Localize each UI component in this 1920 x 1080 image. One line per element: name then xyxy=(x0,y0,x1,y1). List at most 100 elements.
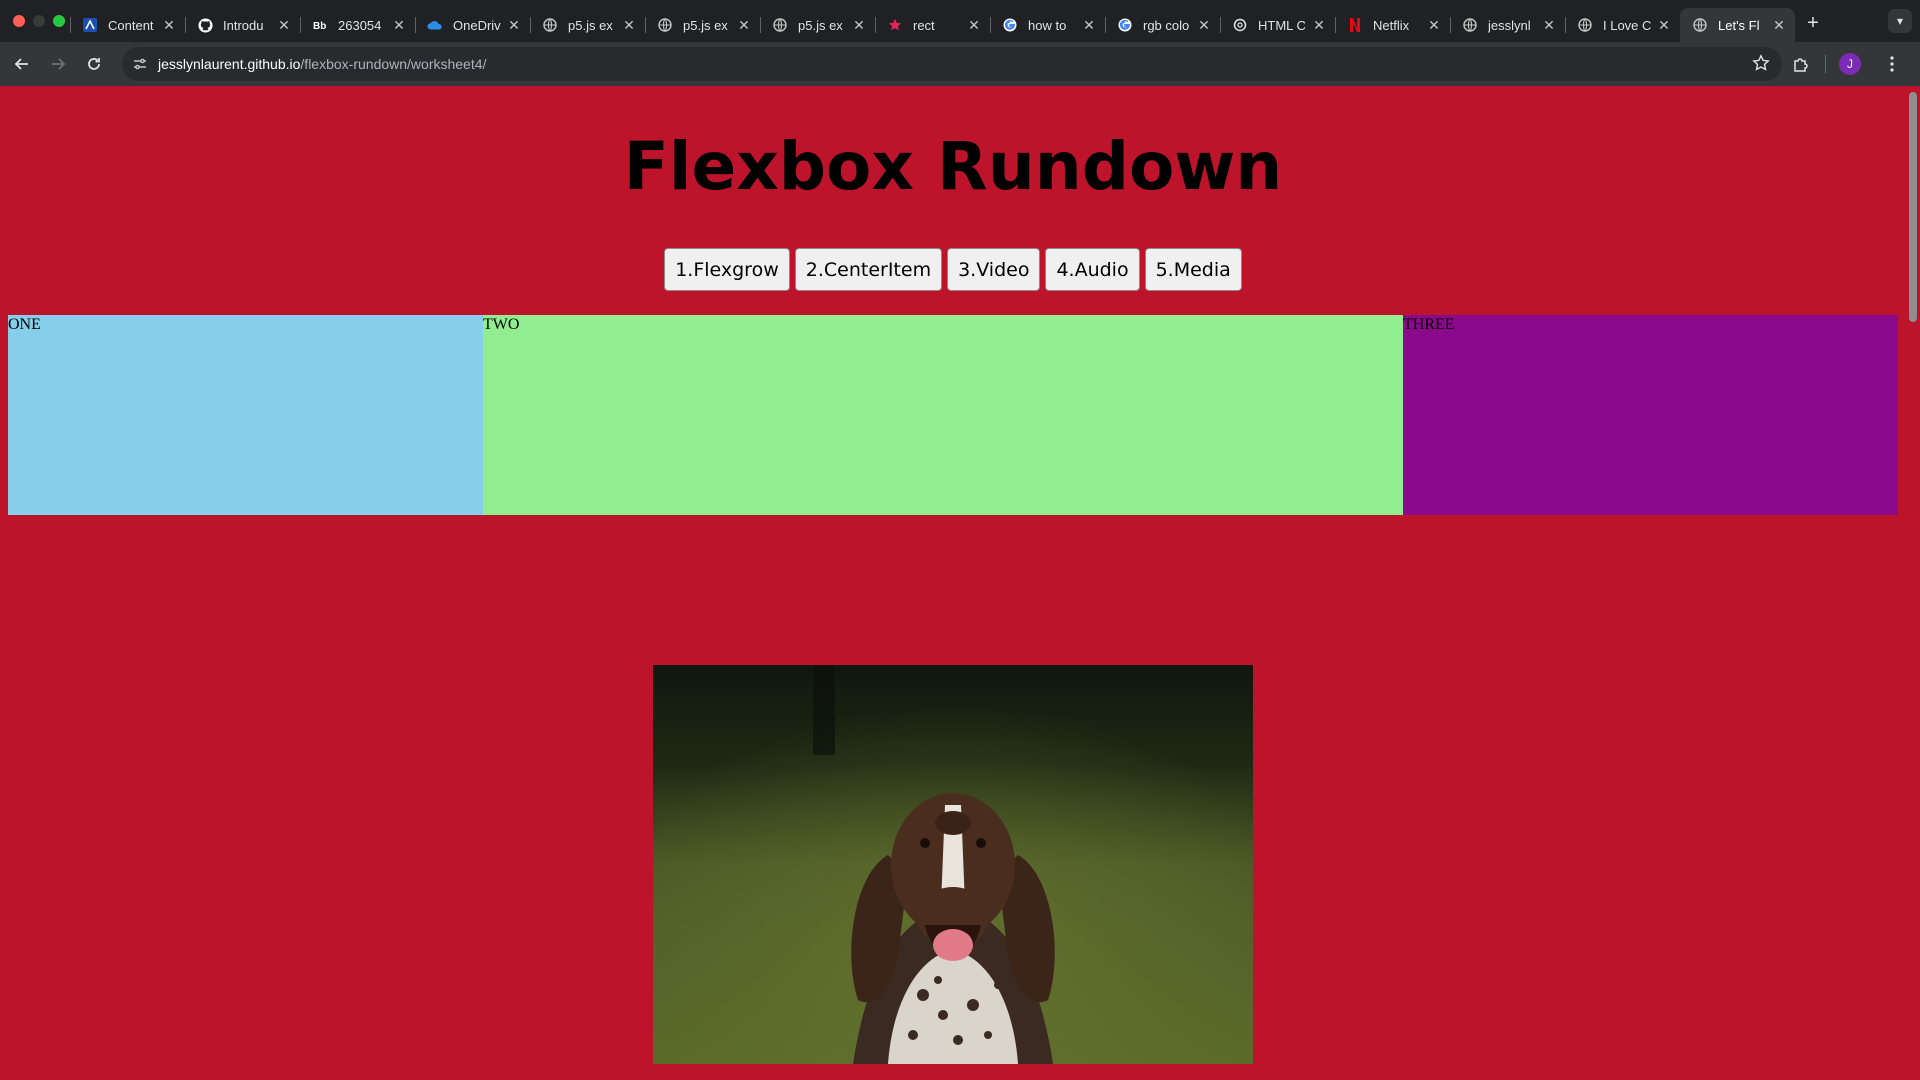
svg-text:Bb: Bb xyxy=(313,21,326,32)
window-controls xyxy=(0,15,70,27)
canvas-icon xyxy=(82,17,98,33)
reload-icon xyxy=(88,58,100,70)
maximize-window-button[interactable] xyxy=(53,15,65,27)
tab-4[interactable]: OneDriv ✕ xyxy=(415,8,530,42)
scrollbar-thumb[interactable] xyxy=(1909,92,1917,322)
menu-button[interactable] xyxy=(1874,46,1910,82)
tab-title: jesslynl xyxy=(1488,17,1531,33)
new-tab-button[interactable]: + xyxy=(1795,12,1831,35)
tab-15[interactable]: Let's Fl ✕ xyxy=(1680,8,1795,42)
tab-separator xyxy=(1105,17,1106,33)
close-tab-icon[interactable]: ✕ xyxy=(966,17,982,34)
flex-box-one: ONE xyxy=(8,315,483,515)
tab-12[interactable]: Netflix ✕ xyxy=(1335,8,1450,42)
forward-arrow-icon xyxy=(52,58,66,70)
page-nav: 1.Flexgrow 2.CenterItem 3.Video 4.Audio … xyxy=(0,248,1906,291)
tab-6[interactable]: p5.js ex ✕ xyxy=(645,8,760,42)
tab-2[interactable]: Introdu ✕ xyxy=(185,8,300,42)
url-text: jesslynlaurent.github.io/flexbox-rundown… xyxy=(158,56,486,72)
close-tab-icon[interactable]: ✕ xyxy=(1771,17,1787,34)
toolbar-divider xyxy=(1825,55,1826,73)
close-tab-icon[interactable]: ✕ xyxy=(1311,17,1327,34)
close-tab-icon[interactable]: ✕ xyxy=(161,17,177,34)
google-icon xyxy=(1117,17,1133,33)
nav-button-flexgrow[interactable]: 1.Flexgrow xyxy=(664,248,790,291)
blackboard-icon: Bb xyxy=(312,17,328,33)
globe-icon xyxy=(542,17,558,33)
tab-title: rect xyxy=(913,17,935,33)
bookmark-star-icon[interactable] xyxy=(1752,54,1770,77)
minimize-window-button[interactable] xyxy=(33,15,45,27)
profile-button[interactable]: J xyxy=(1832,46,1868,82)
dog-image xyxy=(653,665,1253,1064)
close-tab-icon[interactable]: ✕ xyxy=(1656,17,1672,34)
google-icon xyxy=(1002,17,1018,33)
tab-search-button[interactable]: ▾ xyxy=(1888,9,1912,33)
tab-13[interactable]: jesslynl ✕ xyxy=(1450,8,1565,42)
tab-separator xyxy=(185,17,186,33)
globe-icon xyxy=(657,17,673,33)
tab-separator xyxy=(1220,17,1221,33)
address-bar[interactable]: jesslynlaurent.github.io/flexbox-rundown… xyxy=(122,47,1782,81)
nav-button-centeritem[interactable]: 2.CenterItem xyxy=(794,248,943,291)
site-info-icon[interactable] xyxy=(122,56,158,72)
tab-title: p5.js ex xyxy=(798,17,843,33)
close-tab-icon[interactable]: ✕ xyxy=(1196,17,1212,34)
url-host: jesslynlaurent.github.io xyxy=(158,56,301,72)
tab-separator xyxy=(415,17,416,33)
close-window-button[interactable] xyxy=(13,15,25,27)
globe-icon xyxy=(1462,17,1478,33)
tab-9[interactable]: how to ✕ xyxy=(990,8,1105,42)
tab-title: Introdu xyxy=(223,17,264,33)
tabs: Content ✕ Introdu ✕ Bb 263054 ✕ OneDriv ✕ p5.js e… xyxy=(70,0,1795,42)
close-tab-icon[interactable]: ✕ xyxy=(276,17,292,34)
back-arrow-icon xyxy=(14,58,28,70)
tab-title: how to xyxy=(1028,17,1067,33)
tab-8[interactable]: rect ✕ xyxy=(875,8,990,42)
tab-title: Content xyxy=(108,17,154,33)
reload-button[interactable] xyxy=(76,46,112,82)
puzzle-icon xyxy=(1794,58,1808,72)
nav-button-audio[interactable]: 4.Audio xyxy=(1045,248,1140,291)
tab-separator xyxy=(1450,17,1451,33)
tab-3[interactable]: Bb 263054 ✕ xyxy=(300,8,415,42)
close-tab-icon[interactable]: ✕ xyxy=(391,17,407,34)
tab-strip: Content ✕ Introdu ✕ Bb 263054 ✕ OneDriv ✕ p5.js e… xyxy=(0,0,1920,42)
close-tab-icon[interactable]: ✕ xyxy=(621,17,637,34)
tab-separator xyxy=(300,17,301,33)
flex-container: ONE TWO THREE xyxy=(8,315,1898,515)
tab-separator xyxy=(875,17,876,33)
tab-title: rgb colo xyxy=(1143,17,1190,33)
nav-button-media[interactable]: 5.Media xyxy=(1144,248,1242,291)
page-title: Flexbox Rundown xyxy=(623,128,1283,205)
star-icon xyxy=(887,17,903,33)
nav-button-video[interactable]: 3.Video xyxy=(947,248,1041,291)
tab-separator xyxy=(530,17,531,33)
forward-button[interactable] xyxy=(40,46,76,82)
tab-10[interactable]: rgb colo ✕ xyxy=(1105,8,1220,42)
close-tab-icon[interactable]: ✕ xyxy=(1541,17,1557,34)
tab-title: Netflix xyxy=(1373,17,1410,33)
close-tab-icon[interactable]: ✕ xyxy=(736,17,752,34)
extensions-button[interactable] xyxy=(1783,46,1819,82)
tab-5[interactable]: p5.js ex ✕ xyxy=(530,8,645,42)
tab-title: HTML C xyxy=(1258,17,1306,33)
avatar: J xyxy=(1839,53,1861,75)
github-icon xyxy=(197,17,213,33)
tab-title: 263054 xyxy=(338,17,382,33)
close-tab-icon[interactable]: ✕ xyxy=(851,17,867,34)
tab-separator xyxy=(760,17,761,33)
tab-7[interactable]: p5.js ex ✕ xyxy=(760,8,875,42)
tab-1[interactable]: Content ✕ xyxy=(70,8,185,42)
tab-11[interactable]: HTML C ✕ xyxy=(1220,8,1335,42)
globe-icon xyxy=(1692,17,1708,33)
close-tab-icon[interactable]: ✕ xyxy=(1426,17,1442,34)
tab-14[interactable]: I Love C ✕ xyxy=(1565,8,1680,42)
close-tab-icon[interactable]: ✕ xyxy=(506,17,522,34)
back-button[interactable] xyxy=(4,46,40,82)
page-scrollbar[interactable] xyxy=(1906,86,1920,1080)
tab-separator xyxy=(645,17,646,33)
url-path: /flexbox-rundown/worksheet4/ xyxy=(300,56,487,72)
close-tab-icon[interactable]: ✕ xyxy=(1081,17,1097,34)
tab-title: p5.js ex xyxy=(683,17,728,33)
